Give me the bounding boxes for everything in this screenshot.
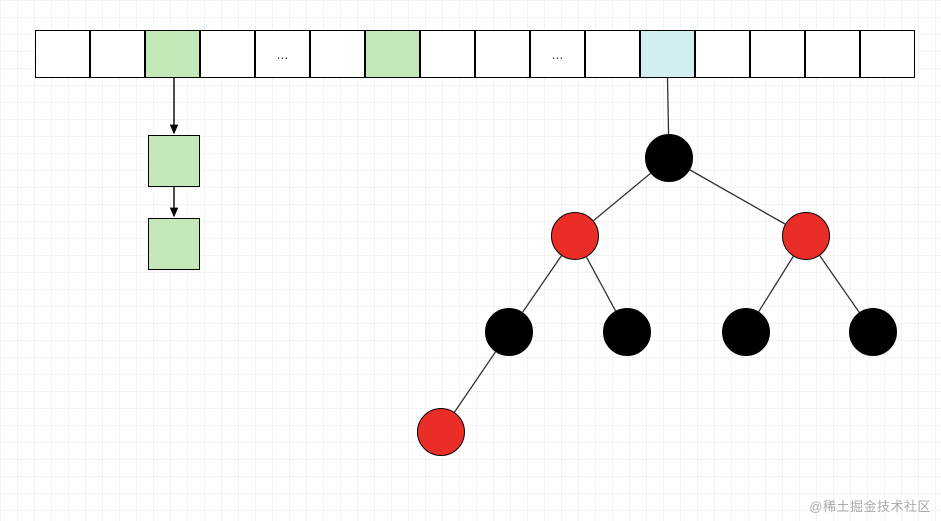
tree-node-l bbox=[551, 212, 599, 260]
array-cell-11 bbox=[640, 30, 695, 78]
array-cell-15 bbox=[860, 30, 915, 78]
tree-node-ll bbox=[485, 308, 533, 356]
array-cell-6 bbox=[365, 30, 420, 78]
array-cell-10 bbox=[585, 30, 640, 78]
array-cell-14 bbox=[805, 30, 860, 78]
array-cell-2 bbox=[145, 30, 200, 78]
tree-node-rr bbox=[849, 308, 897, 356]
array-cell-8 bbox=[475, 30, 530, 78]
watermark-text: @稀土掘金技术社区 bbox=[809, 496, 931, 515]
tree-node-lll bbox=[417, 408, 465, 456]
array-cell-5 bbox=[310, 30, 365, 78]
array-cell-12 bbox=[695, 30, 750, 78]
linked-list-node-0 bbox=[148, 135, 200, 187]
array-cell-9: ... bbox=[530, 30, 585, 78]
array-cell-3 bbox=[200, 30, 255, 78]
tree-node-r bbox=[782, 212, 830, 260]
tree-node-rl bbox=[722, 308, 770, 356]
array-cell-13 bbox=[750, 30, 805, 78]
array-cell-7 bbox=[420, 30, 475, 78]
array-cell-0 bbox=[35, 30, 90, 78]
tree-node-root bbox=[645, 134, 693, 182]
array-cell-4: ... bbox=[255, 30, 310, 78]
array-cell-1 bbox=[90, 30, 145, 78]
linked-list-node-1 bbox=[148, 218, 200, 270]
tree-node-lr bbox=[603, 308, 651, 356]
